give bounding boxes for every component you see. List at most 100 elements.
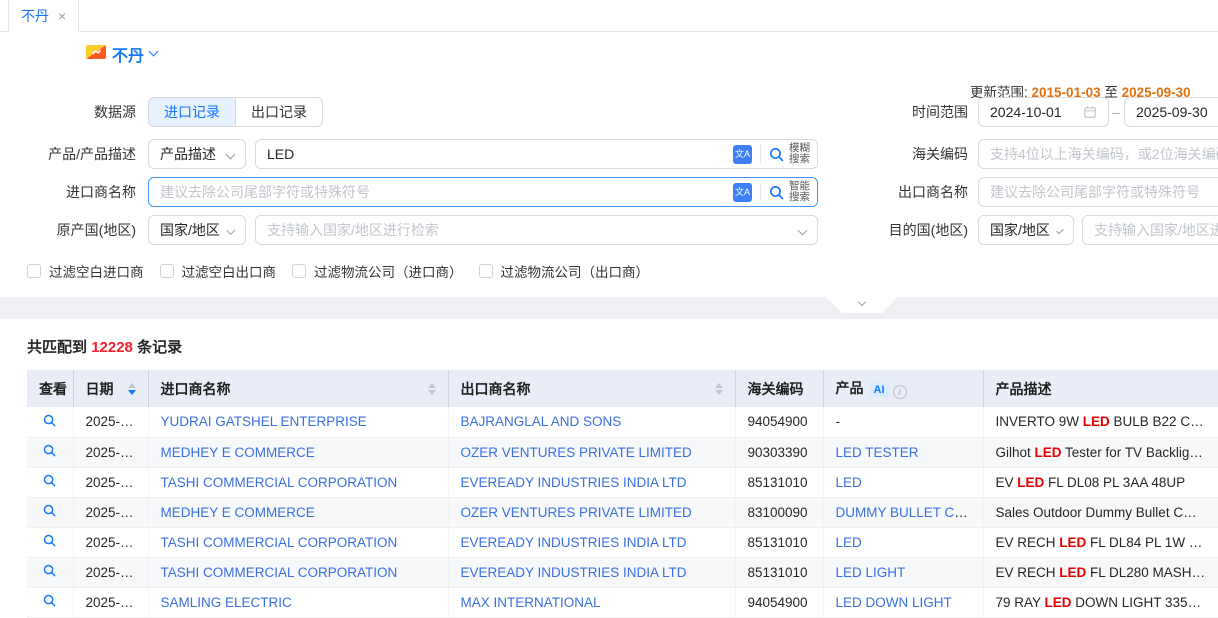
fuzzy-search-button[interactable]: 模糊 搜索 [761,140,817,168]
checkbox[interactable] [27,264,41,278]
product-link[interactable]: LED TESTER [836,445,919,460]
product-type-select[interactable]: 产品描述 [148,139,246,169]
import-records-toggle[interactable]: 进口记录 [149,98,235,126]
product-link[interactable]: LED [836,475,862,490]
view-record-icon[interactable] [42,533,57,548]
info-icon[interactable]: i [893,385,907,399]
checkbox-filter-blank-importer[interactable]: 过滤空白进口商 [27,261,144,281]
importer-link[interactable]: YUDRAI GATSHEL ENTERPRISE [161,414,367,429]
translate-icon[interactable]: 文A [733,183,752,202]
desc-pre: Sales Outdoor Dummy Bullet CCTV C... [996,505,1218,520]
sort-icon-importer[interactable] [428,383,436,395]
checkbox-label: 过滤物流公司（进口商） [314,261,463,281]
date-cell: 2025-09-29 [73,407,148,437]
chevron-down-icon[interactable] [149,47,159,57]
importer-link[interactable]: SAMLING ELECTRIC [161,595,292,610]
exporter-link[interactable]: EVEREADY INDUSTRIES INDIA LTD [461,565,687,580]
checkbox-filter-logistics-importer[interactable]: 过滤物流公司（进口商） [292,261,463,281]
hs-code-input[interactable] [990,146,1218,162]
importer-link[interactable]: TASHI COMMERCIAL CORPORATION [161,535,398,550]
hs-code-cell: 85131010 [735,527,823,557]
exporter-cell: BAJRANGLAL AND SONS [448,407,735,437]
description-cell: Gilhot LED Tester for TV Backlight De... [983,437,1218,467]
importer-link[interactable]: TASHI COMMERCIAL CORPORATION [161,565,398,580]
smart-search-label: 智能 搜索 [789,181,810,203]
col-importer[interactable]: 进口商名称 [148,370,448,407]
checkbox[interactable] [160,264,174,278]
col-date[interactable]: 日期 [73,370,148,407]
col-product-label: 产品 [836,380,864,396]
importer-link[interactable]: MEDHEY E COMMERCE [161,445,315,460]
hs-code-input-wrap [978,139,1218,169]
calendar-icon [1083,105,1097,119]
desc-pre: INVERTO 9W [996,414,1083,429]
importer-link[interactable]: MEDHEY E COMMERCE [161,505,315,520]
date-from-input[interactable] [978,97,1109,127]
col-exporter[interactable]: 出口商名称 [448,370,735,407]
product-link[interactable]: - [836,414,841,429]
datasource-toggle: 进口记录 出口记录 [148,97,323,127]
table-row: 2025-09-29 TASHI COMMERCIAL CORPORATION … [27,527,1218,557]
product-search-input[interactable] [256,146,733,162]
checkbox-filter-blank-exporter[interactable]: 过滤空白出口商 [160,261,277,281]
ai-badge: AI [870,383,889,397]
product-link[interactable]: LED [836,535,862,550]
checkbox[interactable] [479,264,493,278]
hs-code-label: 海关编码 [832,139,968,169]
date-from-value[interactable] [990,104,1083,120]
close-icon[interactable]: × [58,8,66,24]
product-link[interactable]: DUMMY BULLET CCTV... [836,505,984,520]
fuzzy-line2: 搜索 [789,153,810,165]
hs-code-cell: 85131010 [735,557,823,587]
hs-code-cell: 94054900 [735,407,823,437]
exporter-link[interactable]: EVEREADY INDUSTRIES INDIA LTD [461,475,687,490]
table-row: 2025-09-29 TASHI COMMERCIAL CORPORATION … [27,467,1218,497]
sort-icon-date[interactable] [128,383,136,395]
desc-pre: EV [996,475,1018,490]
importer-link[interactable]: TASHI COMMERCIAL CORPORATION [161,475,398,490]
chevron-down-icon [1056,226,1064,234]
exporter-link[interactable]: MAX INTERNATIONAL [461,595,601,610]
view-record-icon[interactable] [42,443,57,458]
translate-icon[interactable]: 文A [733,145,752,164]
origin-country-input[interactable] [267,222,799,238]
destination-input[interactable] [1094,222,1218,238]
exporter-link[interactable]: OZER VENTURES PRIVATE LIMITED [461,445,692,460]
tab-bhutan[interactable]: 不丹 × [8,0,79,32]
exporter-input[interactable] [990,184,1218,200]
importer-cell: TASHI COMMERCIAL CORPORATION [148,527,448,557]
count-prefix: 共匹配到 [27,339,87,356]
records-table: 查看 日期 进口商名称 出口商名称 海关编码 产品AIi 产品描述 [27,370,1218,618]
destination-select[interactable]: 国家/地区 [978,215,1074,245]
exporter-link[interactable]: BAJRANGLAL AND SONS [461,414,622,429]
product-search-group: 文A 模糊 搜索 [255,139,818,169]
desc-pre: 79 RAY [996,595,1045,610]
view-record-icon[interactable] [42,503,57,518]
desc-highlight: LED [1059,565,1086,580]
exporter-link[interactable]: EVEREADY INDUSTRIES INDIA LTD [461,535,687,550]
view-record-icon[interactable] [42,593,57,608]
importer-search-input[interactable] [149,184,733,200]
product-link[interactable]: LED LIGHT [836,565,906,580]
checkbox-filter-logistics-exporter[interactable]: 过滤物流公司（出口商） [479,261,650,281]
date-to-value[interactable] [1136,104,1218,120]
desc-post: BULB B22 COL.DA ... [1110,414,1218,429]
origin-country-label: 原产国(地区) [0,215,136,245]
description-cell: Sales Outdoor Dummy Bullet CCTV C... [983,497,1218,527]
product-cell: LED LIGHT [823,557,983,587]
sort-icon-exporter[interactable] [715,383,723,395]
view-record-icon[interactable] [42,563,57,578]
product-link[interactable]: LED DOWN LIGHT [836,595,952,610]
date-to-input[interactable] [1124,97,1218,127]
exporter-link[interactable]: OZER VENTURES PRIVATE LIMITED [461,505,692,520]
exporter-cell: EVEREADY INDUSTRIES INDIA LTD [448,557,735,587]
desc-pre: EV RECH [996,535,1060,550]
export-records-toggle[interactable]: 出口记录 [235,98,322,126]
smart-search-button[interactable]: 智能 搜索 [761,178,817,206]
description-cell: EV LED FL DL08 PL 3AA 48UP [983,467,1218,497]
view-record-icon[interactable] [42,473,57,488]
col-desc: 产品描述 [983,370,1218,407]
checkbox[interactable] [292,264,306,278]
view-record-icon[interactable] [42,413,57,428]
origin-country-select[interactable]: 国家/地区 [148,215,246,245]
